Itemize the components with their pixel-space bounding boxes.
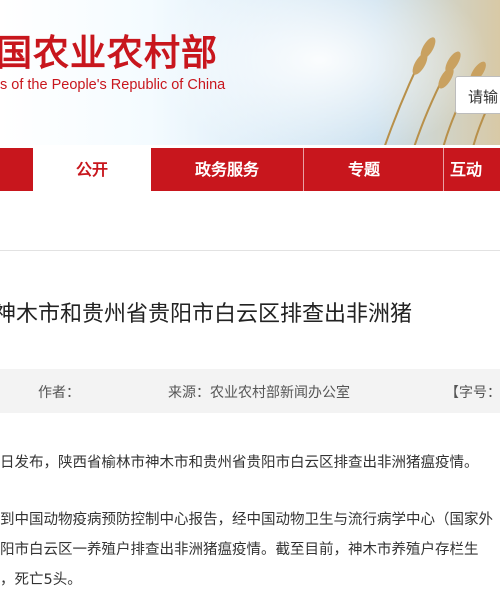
nav-item-gongkai[interactable]: 公开	[33, 148, 151, 191]
article-source: 来源：农业农村部新闻办公室	[168, 385, 350, 401]
article-paragraph: 阳市白云区一养殖户排查出非洲猪瘟疫情。截至目前，神木市养殖户存栏生	[0, 542, 479, 558]
font-size-control[interactable]: 【字号：	[445, 382, 500, 402]
header-banner: 国农业农村部 s of the People's Republic of Chi…	[0, 0, 500, 145]
nav-item-hudong[interactable]: 互动	[450, 148, 500, 191]
nav-divider	[303, 148, 304, 191]
search-input[interactable]: 请输	[455, 76, 500, 114]
divider	[0, 250, 500, 251]
article-paragraph: 到中国动物疫病预防控制中心报告，经中国动物卫生与流行病学中心（国家外	[0, 512, 493, 528]
article-paragraph: 日发布，陕西省榆林市神木市和贵州省贵阳市白云区排查出非洲猪瘟疫情。	[0, 455, 479, 471]
article-headline: 神木市和贵州省贵阳市白云区排查出非洲猪	[0, 302, 413, 327]
nav-item-zhuanti[interactable]: 专题	[305, 148, 423, 191]
article-paragraph: ，死亡5头。	[0, 572, 82, 588]
site-title-cn: 国农业农村部	[0, 32, 219, 74]
nav-item-zhengwu-fuwu[interactable]: 政务服务	[168, 148, 286, 191]
author-label: 作者：	[38, 385, 80, 401]
site-title-en: s of the People's Republic of China	[0, 77, 226, 93]
main-nav: 公开 政务服务 专题 互动	[0, 148, 500, 191]
article-meta-bar: 作者： 来源：农业农村部新闻办公室 【字号：	[0, 369, 500, 413]
nav-divider	[443, 148, 444, 191]
